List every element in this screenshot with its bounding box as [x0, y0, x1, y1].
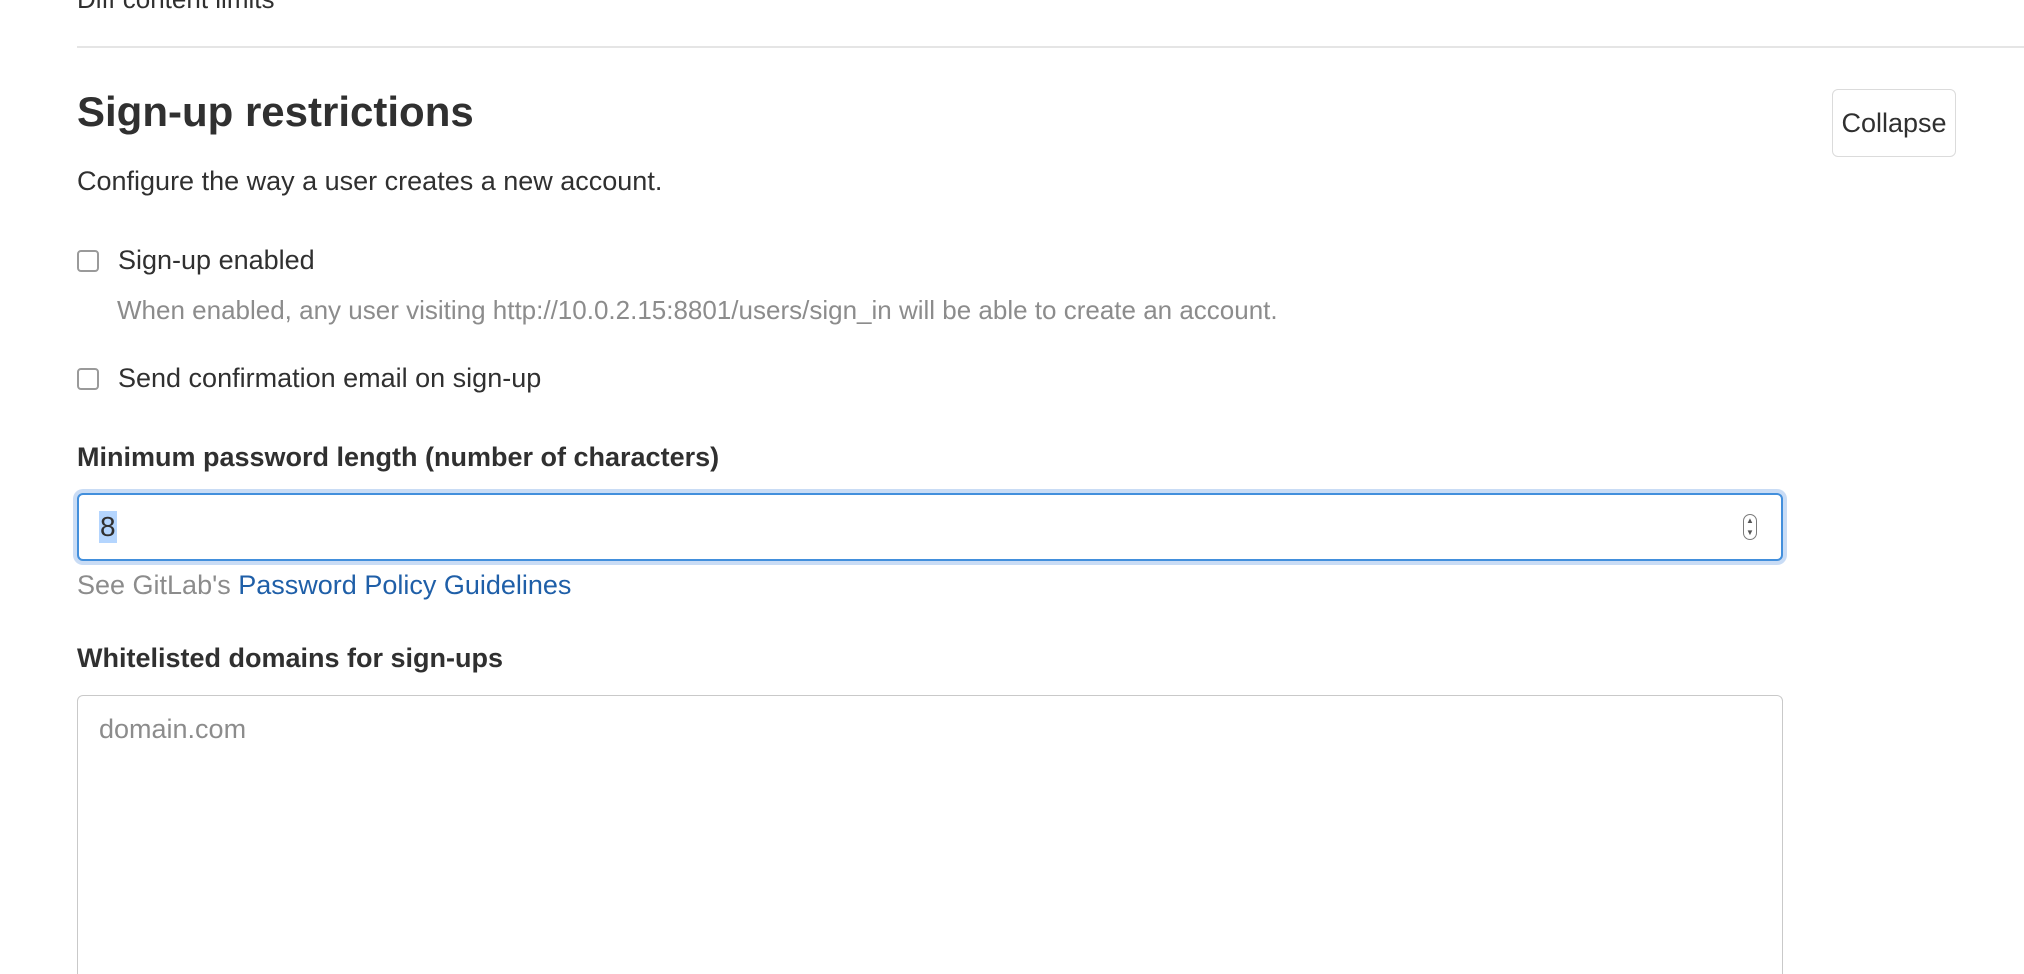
number-spinner[interactable]: ▲ ▼: [1743, 514, 1757, 540]
chevron-up-icon[interactable]: ▲: [1746, 517, 1754, 525]
signup-enabled-help: When enabled, any user visiting http://1…: [117, 295, 1278, 325]
collapse-button[interactable]: Collapse: [1832, 89, 1956, 157]
signup-enabled-checkbox[interactable]: [77, 249, 99, 272]
signup-enabled-label[interactable]: Sign-up enabled: [118, 245, 315, 276]
section-description: Configure the way a user creates a new a…: [77, 166, 663, 196]
whitelisted-domains-placeholder: domain.com: [99, 714, 247, 744]
password-policy-help: See GitLab's Password Policy Guidelines: [77, 570, 571, 601]
section-title: Sign-up restrictions: [77, 88, 474, 135]
send-confirmation-label[interactable]: Send confirmation email on sign-up: [118, 363, 541, 394]
min-password-input[interactable]: 8 ▲ ▼: [77, 493, 1783, 561]
chevron-down-icon[interactable]: ▼: [1746, 529, 1754, 537]
admin-settings-page: Diff content limits Sign-up restrictions…: [0, 0, 2024, 974]
signup-enabled-row[interactable]: Sign-up enabled: [77, 245, 315, 276]
previous-section-title: Diff content limits: [77, 0, 274, 15]
section-divider: [77, 46, 2024, 48]
min-password-label: Minimum password length (number of chara…: [77, 442, 720, 472]
whitelisted-domains-label: Whitelisted domains for sign-ups: [77, 643, 504, 673]
send-confirmation-checkbox[interactable]: [77, 367, 99, 390]
min-password-value[interactable]: 8: [99, 511, 117, 543]
whitelisted-domains-textarea[interactable]: domain.com: [77, 695, 1783, 974]
password-policy-link[interactable]: Password Policy Guidelines: [238, 570, 571, 600]
send-confirmation-row[interactable]: Send confirmation email on sign-up: [77, 363, 541, 394]
password-policy-help-prefix: See GitLab's: [77, 570, 231, 600]
